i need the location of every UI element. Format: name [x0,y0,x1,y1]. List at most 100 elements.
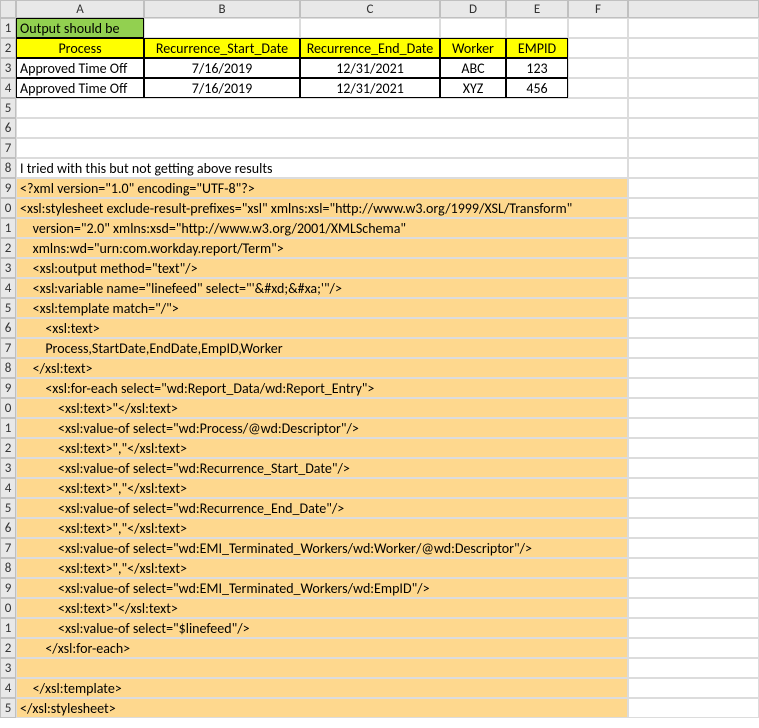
row-12[interactable]: 2 [0,238,16,258]
col-E[interactable]: E [506,0,568,18]
cell-d1[interactable] [440,18,506,38]
row-18[interactable]: 8 [0,358,16,378]
r2-start[interactable]: 7/16/2019 [144,78,300,98]
r2-process[interactable]: Approved Time Off [16,78,144,98]
code-line-4[interactable]: <xsl:output method="text"/> [16,258,628,278]
code-line-7[interactable]: <xsl:text> [16,318,628,338]
blank-right-30[interactable] [628,598,759,618]
code-line-2[interactable]: version="2.0" xmlns:xsd="http://www.w3.o… [16,218,628,238]
blank-right-35[interactable] [628,698,759,718]
cell-g3[interactable] [628,58,759,78]
blank-right-16[interactable] [628,318,759,338]
blank-right-25[interactable] [628,498,759,518]
row-17[interactable]: 7 [0,338,16,358]
cell-c1[interactable] [300,18,440,38]
code-line-16[interactable]: <xsl:value-of select="wd:Recurrence_End_… [16,498,628,518]
code-line-14[interactable]: <xsl:value-of select="wd:Recurrence_Star… [16,458,628,478]
row-32[interactable]: 2 [0,638,16,658]
row-4[interactable]: 4 [0,78,16,98]
row-13[interactable]: 3 [0,258,16,278]
th-process[interactable]: Process [16,38,144,58]
row-31[interactable]: 1 [0,618,16,638]
blank-right-19[interactable] [628,378,759,398]
row-3[interactable]: 3 [0,58,16,78]
code-line-13[interactable]: <xsl:text>","</xsl:text> [16,438,628,458]
cell-f3[interactable] [568,58,628,78]
blank-right-34[interactable] [628,678,759,698]
blank-right-10[interactable] [628,198,759,218]
row-1[interactable]: 1 [0,18,16,38]
blank-right-21[interactable] [628,418,759,438]
code-line-17[interactable]: <xsl:text>","</xsl:text> [16,518,628,538]
code-line-1[interactable]: <xsl:stylesheet exclude-result-prefixes=… [16,198,628,218]
code-line-3[interactable]: xmlns:wd="urn:com.workday.report/Term"> [16,238,628,258]
output-should-be[interactable]: Output should be [16,18,144,38]
cell-g6[interactable] [628,118,759,138]
blank-right-12[interactable] [628,238,759,258]
row-28[interactable]: 8 [0,558,16,578]
row-20[interactable]: 0 [0,398,16,418]
code-line-12[interactable]: <xsl:value-of select="wd:Process/@wd:Des… [16,418,628,438]
code-line-0[interactable]: <?xml version="1.0" encoding="UTF-8"?> [16,178,628,198]
code-line-22[interactable]: <xsl:value-of select="$linefeed"/> [16,618,628,638]
row-14[interactable]: 4 [0,278,16,298]
note-text[interactable]: I tried with this but not getting above … [16,158,628,178]
row-9[interactable]: 9 [0,178,16,198]
blank-right-24[interactable] [628,478,759,498]
r2-end[interactable]: 12/31/2021 [300,78,440,98]
blank-right-15[interactable] [628,298,759,318]
cell-g1[interactable] [628,18,759,38]
th-worker[interactable]: Worker [440,38,506,58]
r1-start[interactable]: 7/16/2019 [144,58,300,78]
cell-f1[interactable] [568,18,628,38]
row-16[interactable]: 6 [0,318,16,338]
row6-blank[interactable] [16,118,628,138]
code-line-6[interactable]: <xsl:template match="/"> [16,298,628,318]
blank-right-29[interactable] [628,578,759,598]
r1-end[interactable]: 12/31/2021 [300,58,440,78]
code-line-19[interactable]: <xsl:text>","</xsl:text> [16,558,628,578]
blank-right-13[interactable] [628,258,759,278]
row-19[interactable]: 9 [0,378,16,398]
row-15[interactable]: 5 [0,298,16,318]
cell-f4[interactable] [568,78,628,98]
col-B[interactable]: B [144,0,300,18]
blank-right-31[interactable] [628,618,759,638]
code-line-23[interactable]: </xsl:for-each> [16,638,628,658]
row-26[interactable]: 6 [0,518,16,538]
th-empid[interactable]: EMPID [506,38,568,58]
row-7[interactable]: 7 [0,138,16,158]
code-line-11[interactable]: <xsl:text>"</xsl:text> [16,398,628,418]
cell-e1[interactable] [506,18,568,38]
r2-empid[interactable]: 456 [506,78,568,98]
row-35[interactable]: 5 [0,698,16,718]
blank-right-32[interactable] [628,638,759,658]
blank-right-26[interactable] [628,518,759,538]
cell-f2[interactable] [568,38,628,58]
r1-process[interactable]: Approved Time Off [16,58,144,78]
row-21[interactable]: 1 [0,418,16,438]
cell-g2[interactable] [628,38,759,58]
row-22[interactable]: 2 [0,438,16,458]
row5-blank[interactable] [16,98,628,118]
code-line-24[interactable] [16,658,628,678]
r1-empid[interactable]: 123 [506,58,568,78]
blank-right-20[interactable] [628,398,759,418]
code-line-26[interactable]: </xsl:stylesheet> [16,698,628,718]
blank-right-22[interactable] [628,438,759,458]
th-start[interactable]: Recurrence_Start_Date [144,38,300,58]
blank-right-9[interactable] [628,178,759,198]
col-D[interactable]: D [440,0,506,18]
row7-blank[interactable] [16,138,628,158]
blank-right-27[interactable] [628,538,759,558]
col-A[interactable]: A [16,0,144,18]
row-30[interactable]: 0 [0,598,16,618]
cell-g5[interactable] [628,98,759,118]
col-F[interactable]: F [568,0,628,18]
col-C[interactable]: C [300,0,440,18]
blank-right-18[interactable] [628,358,759,378]
blank-right-14[interactable] [628,278,759,298]
code-line-25[interactable]: </xsl:template> [16,678,628,698]
code-line-21[interactable]: <xsl:text>"</xsl:text> [16,598,628,618]
code-line-15[interactable]: <xsl:text>","</xsl:text> [16,478,628,498]
